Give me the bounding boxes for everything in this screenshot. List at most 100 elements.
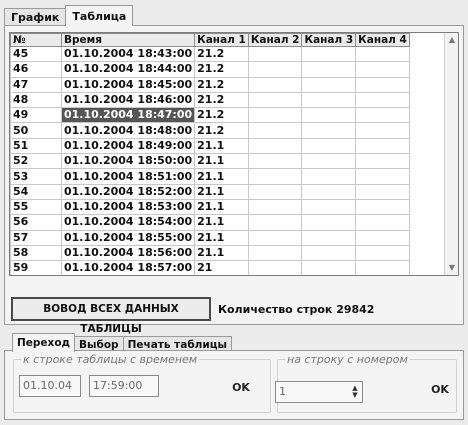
cell-channel-2 — [247, 244, 303, 262]
tab-goto[interactable]: Переход — [12, 333, 76, 352]
cell-number: 53 — [10, 168, 62, 185]
cell-number: 56 — [10, 214, 62, 231]
cell-channel-3 — [301, 107, 357, 124]
cell-channel-3 — [301, 260, 357, 275]
cell-time: 01.10.2004 18:53:00 — [60, 198, 196, 216]
cell-channel-4 — [355, 76, 410, 93]
scroll-up-icon[interactable]: ▲ — [447, 35, 457, 45]
table-row[interactable]: 58 01.10.2004 18:56:00 21.1 — [10, 244, 410, 262]
cell-channel-1: 21.1 — [194, 183, 249, 200]
table-row[interactable]: 48 01.10.2004 18:46:00 21.2 — [10, 91, 410, 109]
cell-channel-3 — [301, 76, 357, 93]
cell-channel-1: 21.2 — [194, 91, 249, 109]
column-header-channel-4[interactable]: Канал 4 — [355, 33, 410, 47]
cell-channel-4 — [355, 91, 410, 109]
column-header-time[interactable]: Время — [60, 33, 196, 47]
table-row[interactable]: 51 01.10.2004 18:49:00 21.1 — [10, 137, 410, 155]
table-row[interactable]: 59 01.10.2004 18:57:00 21 — [10, 260, 410, 275]
column-header-channel-3[interactable]: Канал 3 — [301, 33, 357, 47]
cell-channel-3 — [301, 198, 357, 216]
cell-number: 51 — [10, 137, 62, 155]
cell-channel-2 — [247, 153, 303, 170]
table-row-selected[interactable]: 49 01.10.2004 18:47:00 21.2 — [10, 107, 410, 124]
cell-channel-2 — [247, 107, 303, 124]
cell-channel-1: 21.1 — [194, 137, 249, 155]
cell-channel-1: 21.1 — [194, 153, 249, 170]
cell-channel-1: 21.1 — [194, 168, 249, 185]
cell-channel-3 — [301, 244, 357, 262]
goto-number-label: на строку с номером — [285, 353, 410, 366]
table-row[interactable]: 53 01.10.2004 18:51:00 21.1 — [10, 168, 410, 185]
load-all-data-button[interactable]: ВОВОД ВСЕХ ДАННЫХ ТАБЛИЦЫ — [11, 297, 211, 335]
cell-channel-1: 21.2 — [194, 76, 249, 93]
cell-channel-2 — [247, 214, 303, 231]
tab-chart[interactable]: График — [4, 8, 67, 26]
column-header-channel-2[interactable]: Канал 2 — [247, 33, 303, 47]
column-header-number[interactable]: № — [10, 33, 62, 47]
table-row[interactable]: 47 01.10.2004 18:45:00 21.2 — [10, 76, 410, 93]
table-row[interactable]: 46 01.10.2004 18:44:00 21.2 — [10, 61, 410, 78]
vertical-scrollbar[interactable]: ▲ ▼ — [444, 33, 458, 275]
cell-channel-4 — [355, 260, 410, 275]
cell-channel-2 — [247, 76, 303, 93]
cell-channel-1: 21.1 — [194, 198, 249, 216]
cell-time: 01.10.2004 18:51:00 — [60, 168, 196, 185]
cell-channel-2 — [247, 91, 303, 109]
cell-channel-3 — [301, 61, 357, 78]
cell-channel-4 — [355, 198, 410, 216]
cell-channel-2 — [247, 260, 303, 275]
cell-channel-1: 21.1 — [194, 244, 249, 262]
cell-channel-4 — [355, 214, 410, 231]
cell-channel-1: 21.2 — [194, 61, 249, 78]
cell-number: 47 — [10, 76, 62, 93]
data-grid[interactable]: № Время Канал 1 Канал 2 Канал 3 Канал 4 … — [9, 32, 459, 276]
cell-channel-4 — [355, 183, 410, 200]
goto-time-input[interactable]: 17:59:00 — [89, 375, 159, 397]
column-header-channel-1[interactable]: Канал 1 — [194, 33, 249, 47]
goto-date-input[interactable]: 01.10.04 — [19, 375, 81, 397]
cell-time: 01.10.2004 18:55:00 — [60, 229, 196, 246]
table-row[interactable]: 57 01.10.2004 18:55:00 21.1 — [10, 229, 410, 246]
table-row[interactable]: 50 01.10.2004 18:48:00 21.2 — [10, 122, 410, 139]
table-row[interactable]: 55 01.10.2004 18:53:00 21.1 — [10, 198, 410, 216]
row-count-label: Количество строк 29842 — [218, 303, 375, 316]
table-row[interactable]: 56 01.10.2004 18:54:00 21.1 — [10, 214, 410, 231]
cell-channel-4 — [355, 244, 410, 262]
table-header-row: № Время Канал 1 Канал 2 Канал 3 Канал 4 — [10, 33, 410, 47]
table-row[interactable]: 52 01.10.2004 18:50:00 21.1 — [10, 153, 410, 170]
cell-channel-4 — [355, 168, 410, 185]
cell-channel-4 — [355, 61, 410, 78]
cell-number: 59 — [10, 260, 62, 275]
cell-time: 01.10.2004 18:46:00 — [60, 91, 196, 109]
cell-channel-2 — [247, 229, 303, 246]
table-panel: № Время Канал 1 Канал 2 Канал 3 Канал 4 … — [4, 25, 464, 335]
tab-table[interactable]: Таблица — [65, 5, 134, 26]
cell-number: 45 — [10, 45, 62, 63]
cell-time: 01.10.2004 18:57:00 — [60, 260, 196, 275]
table-row[interactable]: 54 01.10.2004 18:52:00 21.1 — [10, 183, 410, 200]
goto-number-ok-button[interactable]: OK — [422, 375, 458, 405]
spinner-arrows-icon[interactable]: ▲ ▼ — [350, 385, 360, 399]
cell-channel-2 — [247, 168, 303, 185]
scroll-down-icon[interactable]: ▼ — [447, 263, 457, 273]
cell-channel-2 — [247, 137, 303, 155]
cell-number: 52 — [10, 153, 62, 170]
goto-number-input[interactable]: 1 ▲ ▼ — [275, 381, 363, 403]
cell-time: 01.10.2004 18:54:00 — [60, 214, 196, 231]
goto-number-value: 1 — [279, 385, 286, 398]
cell-time-selected[interactable]: 01.10.2004 18:47:00 — [60, 107, 196, 124]
cell-time: 01.10.2004 18:49:00 — [60, 137, 196, 155]
cell-number: 55 — [10, 198, 62, 216]
cell-channel-3 — [301, 214, 357, 231]
cell-time: 01.10.2004 18:48:00 — [60, 122, 196, 139]
cell-channel-2 — [247, 61, 303, 78]
cell-channel-4 — [355, 107, 410, 124]
cell-channel-2 — [247, 45, 303, 63]
cell-channel-2 — [247, 122, 303, 139]
cell-channel-4 — [355, 137, 410, 155]
table-row[interactable]: 45 01.10.2004 18:43:00 21.2 — [10, 45, 410, 63]
goto-time-ok-button[interactable]: OK — [223, 373, 259, 403]
cell-number: 58 — [10, 244, 62, 262]
cell-channel-3 — [301, 122, 357, 139]
cell-channel-1: 21 — [194, 260, 249, 275]
